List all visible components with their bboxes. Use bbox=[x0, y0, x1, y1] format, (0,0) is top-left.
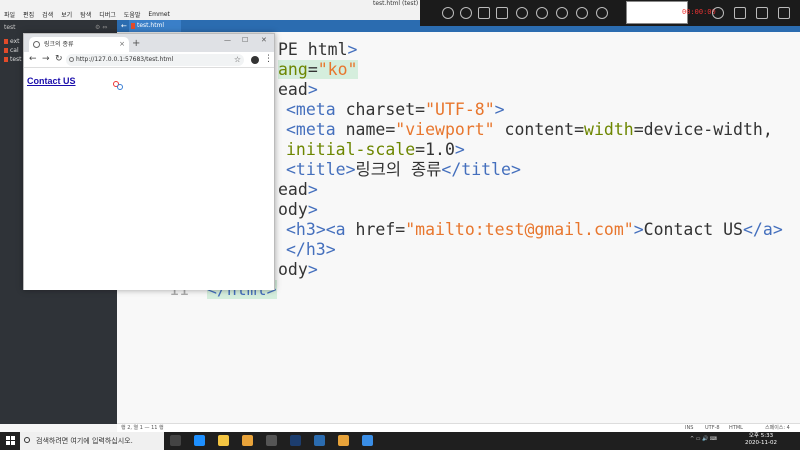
code-text: <meta name="viewport" content=width=devi… bbox=[286, 120, 773, 139]
site-info-icon[interactable] bbox=[69, 57, 74, 62]
browser-tab-title: 링크의 종류 bbox=[44, 41, 74, 48]
sidebar-file-item[interactable]: ext bbox=[4, 38, 20, 45]
browser-window: 링크의 종류 × + — ☐ ✕ ← → ↻ http://127.0.0.1:… bbox=[23, 33, 275, 290]
close-tab-icon[interactable]: × bbox=[119, 37, 125, 52]
project-name[interactable]: test bbox=[4, 24, 16, 31]
browser-tab[interactable]: 링크의 종류 × bbox=[29, 37, 129, 52]
windows-taskbar: 검색하려면 여기에 입력하십시오. ^ ▭ 🔊 ⌨ 오후 5:33 2020-1… bbox=[0, 432, 800, 450]
status-bar: 행 2, 열 1 — 11 행 INS UTF-8 HTML 스페이스: 4 bbox=[117, 423, 800, 432]
sidebar-file-item[interactable]: test bbox=[4, 56, 22, 63]
account-icon[interactable] bbox=[251, 56, 259, 64]
address-url: http://127.0.0.1:57683/test.html bbox=[76, 56, 174, 63]
editor-tab[interactable]: test.html bbox=[129, 20, 181, 32]
address-bar[interactable]: http://127.0.0.1:57683/test.html ☆ bbox=[66, 54, 244, 66]
back-arrow-icon[interactable]: ← bbox=[121, 20, 127, 32]
back-icon[interactable]: ← bbox=[29, 54, 37, 64]
html-file-icon bbox=[4, 48, 8, 53]
search-icon bbox=[24, 437, 30, 443]
stop-icon[interactable] bbox=[778, 7, 790, 19]
search-placeholder: 검색하려면 여기에 입력하십시오. bbox=[36, 437, 133, 445]
browser-menu-icon[interactable]: ⋮ bbox=[264, 54, 273, 64]
code-text: initial-scale=1.0> bbox=[286, 140, 465, 159]
record-icon[interactable] bbox=[734, 7, 746, 19]
reload-icon[interactable]: ↻ bbox=[55, 54, 63, 64]
taskbar-app-chrome-icon[interactable] bbox=[242, 435, 253, 446]
taskbar-app-store-icon[interactable] bbox=[266, 435, 277, 446]
zoom-in-icon[interactable] bbox=[536, 7, 548, 19]
screenshot-icon[interactable] bbox=[478, 7, 490, 19]
maximize-icon[interactable]: ☐ bbox=[242, 36, 248, 44]
code-text: <title>링크의 종류</title> bbox=[286, 160, 521, 179]
clock-time: 오후 5:33 bbox=[748, 433, 774, 439]
bookmark-star-icon[interactable]: ☆ bbox=[234, 54, 241, 66]
taskbar-search[interactable]: 검색하려면 여기에 입력하십시오. bbox=[20, 432, 164, 450]
browser-viewport: Contact US bbox=[24, 68, 274, 290]
code-text: ody> bbox=[278, 260, 318, 279]
menu-bar: 파일 편집 검색 보기 탐색 디버그 도움말 Emmet bbox=[0, 8, 420, 20]
code-text: PE html> bbox=[278, 40, 358, 59]
sidebar-file-item[interactable]: cal bbox=[4, 47, 19, 54]
record-timer: 00:00:00 bbox=[682, 8, 716, 16]
screen-recorder-toolbar: 00:00:00 bbox=[420, 0, 800, 26]
taskbar-app-explorer-icon[interactable] bbox=[218, 435, 229, 446]
menu-item-view[interactable]: 보기 bbox=[61, 10, 72, 19]
html-file-icon bbox=[4, 57, 8, 62]
contact-link[interactable]: Contact US bbox=[27, 76, 76, 86]
system-tray-icons[interactable]: ^ ▭ 🔊 ⌨ bbox=[690, 436, 717, 442]
code-text: ead> bbox=[278, 180, 318, 199]
eye-icon[interactable] bbox=[596, 7, 608, 19]
sidebar-settings-icon[interactable]: ⚙ ⇔ bbox=[95, 24, 107, 31]
browser-toolbar: ← → ↻ http://127.0.0.1:57683/test.html ☆… bbox=[24, 52, 274, 68]
menu-item-emmet[interactable]: Emmet bbox=[148, 11, 170, 18]
html-file-icon bbox=[4, 39, 8, 44]
new-tab-button[interactable]: + bbox=[132, 37, 140, 51]
taskbar-app-chrome-2-icon[interactable] bbox=[338, 435, 349, 446]
code-text: <h3><a href="mailto:test@gmail.com">Cont… bbox=[286, 220, 783, 239]
html-file-icon bbox=[131, 23, 135, 29]
close-window-icon[interactable]: ✕ bbox=[261, 36, 267, 44]
zoom-out-icon[interactable] bbox=[556, 7, 568, 19]
hand-icon[interactable] bbox=[576, 7, 588, 19]
brush-icon[interactable] bbox=[516, 7, 528, 19]
page-heading: Contact US bbox=[27, 76, 274, 86]
editor-tab-label: test.html bbox=[137, 22, 165, 29]
menu-item-find[interactable]: 검색 bbox=[42, 10, 53, 19]
globe-icon bbox=[33, 41, 40, 48]
taskbar-app-photoshop-icon[interactable] bbox=[290, 435, 301, 446]
clock-date: 2020-11-02 bbox=[745, 440, 777, 446]
menu-item-edit[interactable]: 편집 bbox=[23, 10, 34, 19]
taskbar-app-brackets-icon[interactable] bbox=[362, 435, 373, 446]
pen-tool-icon[interactable] bbox=[442, 7, 454, 19]
taskbar-clock[interactable]: 오후 5:33 2020-11-02 bbox=[745, 433, 777, 447]
browser-tab-bar: 링크의 종류 × + — ☐ ✕ bbox=[24, 34, 274, 52]
taskbar-app-edge-icon[interactable] bbox=[194, 435, 205, 446]
menu-item-file[interactable]: 파일 bbox=[4, 10, 15, 19]
pause-icon[interactable] bbox=[756, 7, 768, 19]
menu-item-debug[interactable]: 디버그 bbox=[99, 10, 116, 19]
code-text: </h3> bbox=[286, 240, 336, 259]
marker-tool-icon[interactable] bbox=[460, 7, 472, 19]
code-text: ang="ko" bbox=[278, 60, 358, 79]
click-cursor-icon bbox=[113, 81, 123, 93]
code-text: ead> bbox=[278, 80, 318, 99]
start-button[interactable] bbox=[6, 436, 15, 445]
menu-item-help[interactable]: 도움말 bbox=[124, 10, 141, 19]
forward-icon[interactable]: → bbox=[42, 54, 50, 64]
alarm-icon[interactable] bbox=[712, 7, 724, 19]
minimize-icon[interactable]: — bbox=[224, 36, 231, 44]
recording-preview bbox=[626, 1, 688, 24]
code-text: ody> bbox=[278, 200, 318, 219]
taskbar-app-app-box-icon[interactable] bbox=[314, 435, 325, 446]
whiteboard-icon[interactable] bbox=[496, 7, 508, 19]
menu-item-navigate[interactable]: 탐색 bbox=[80, 10, 91, 19]
taskbar-app-task-view-icon[interactable] bbox=[170, 435, 181, 446]
code-text: <meta charset="UTF-8"> bbox=[286, 100, 505, 119]
